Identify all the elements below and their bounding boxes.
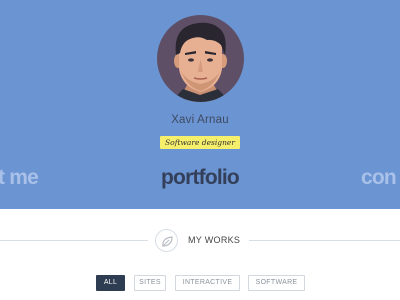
- role-badge-wrap: Software designer: [0, 132, 400, 150]
- filter-all-button[interactable]: ALL: [96, 275, 125, 291]
- hero-header: Xavi Arnau Software designer ut me portf…: [0, 0, 400, 209]
- nav-contact[interactable]: con: [361, 166, 397, 190]
- filter-interactive-button[interactable]: INTERACTIVE: [175, 275, 240, 291]
- filter-bar: ALL SITES INTERACTIVE SOFTWARE: [0, 275, 400, 291]
- section-divider-right: [249, 240, 400, 241]
- profile-name: Xavi Arnau: [171, 114, 229, 126]
- filter-software-button[interactable]: SOFTWARE: [248, 275, 305, 291]
- filter-sites-button[interactable]: SITES: [134, 275, 166, 291]
- avatar: [157, 15, 244, 102]
- section-icon-circle: [155, 229, 178, 252]
- nav-portfolio[interactable]: portfolio: [0, 166, 400, 190]
- portfolio-page: Xavi Arnau Software designer ut me portf…: [0, 0, 400, 300]
- section-divider-left: [0, 240, 148, 241]
- section-title: MY WORKS: [188, 235, 241, 245]
- role-badge: Software designer: [160, 136, 240, 149]
